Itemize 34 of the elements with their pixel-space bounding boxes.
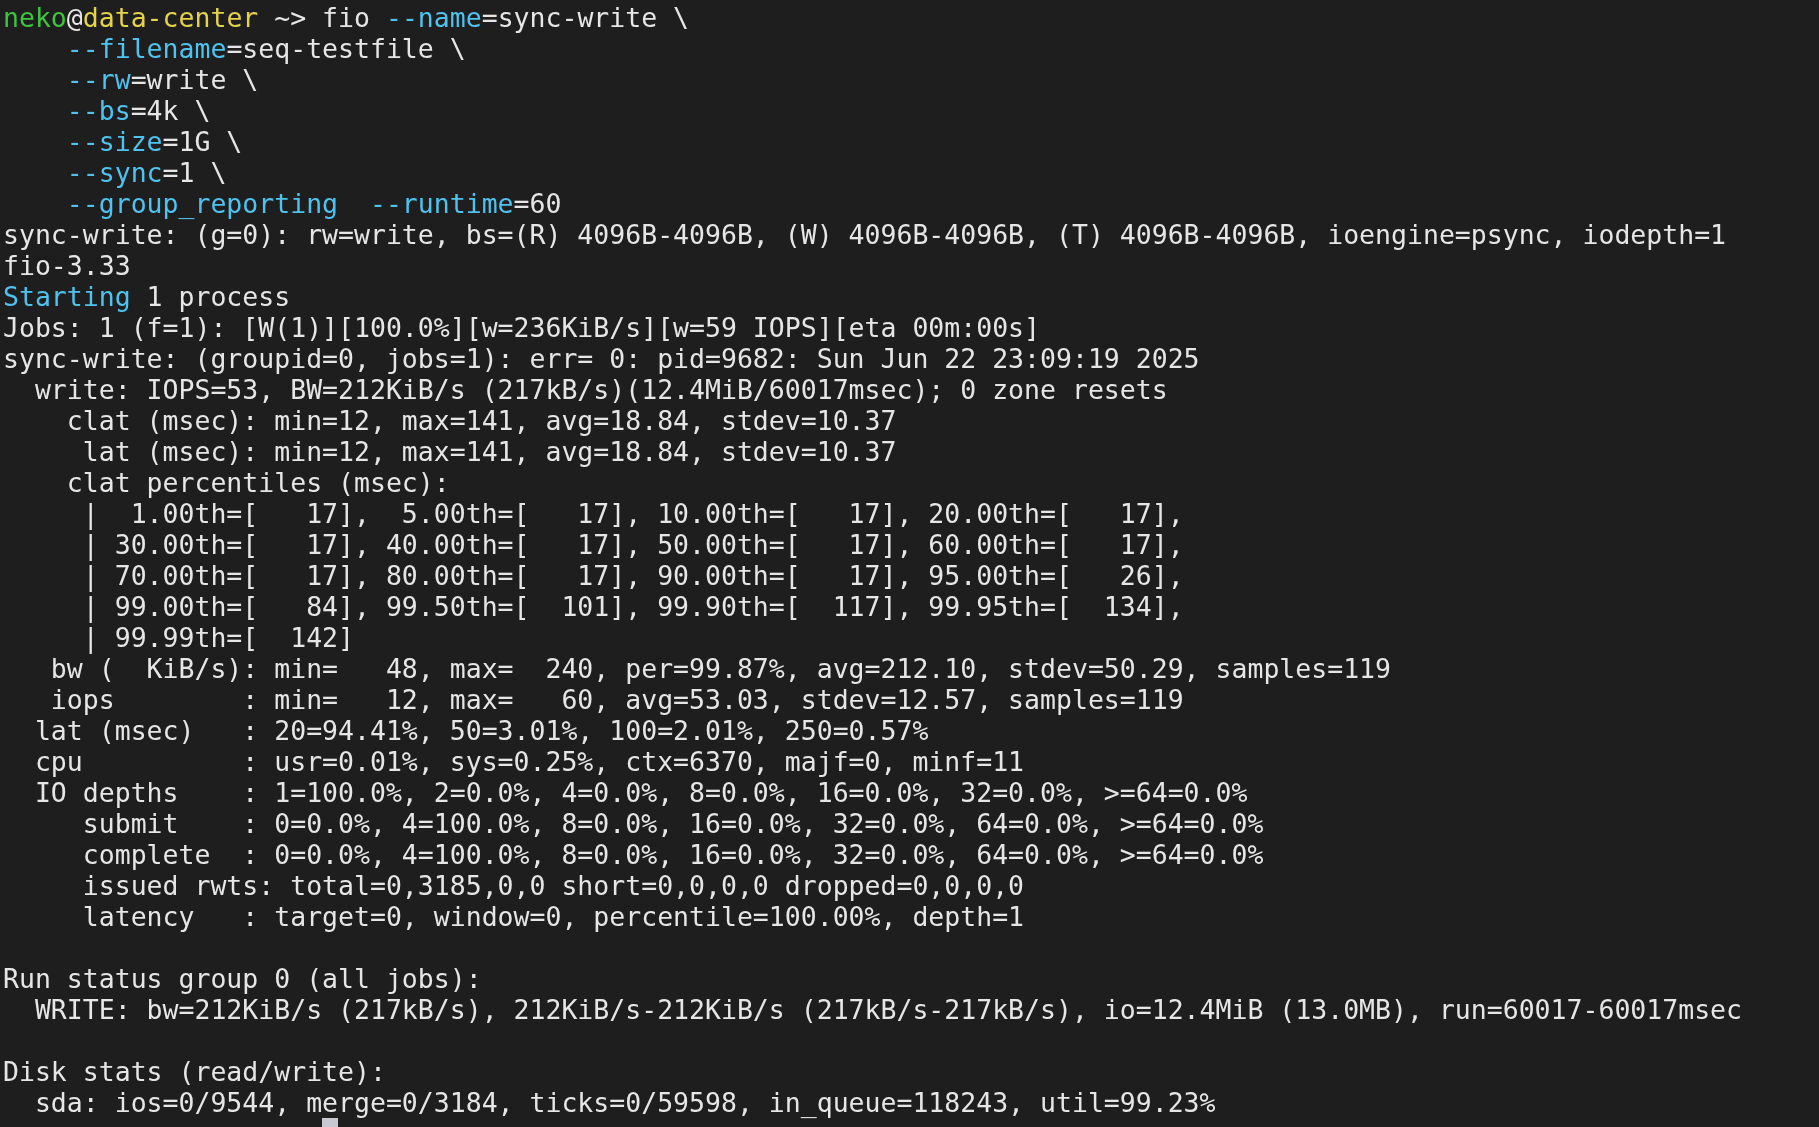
terminal-line: cpu : usr=0.01%, sys=0.25%, ctx=6370, majf=0, minf=11: [33, 746, 1025, 777]
terminal-line: --group_reporting --runtime=60: [65, 188, 562, 219]
terminal-line: --sync=1 \: [65, 157, 227, 188]
terminal-line: neko@data-center ~> fio --name=sync-write \: [3, 2, 690, 33]
terminal-line: submit : 0=0.0%, 4=100.0%, 8=0.0%, 16=0.0%, 32=0.0%, 64=0.0%, >=64=0.0%: [81, 808, 1264, 839]
terminal-line: --size=1G \: [65, 126, 243, 157]
terminal-line: sda: ios=0/9544, merge=0/3184, ticks=0/59598, in_queue=118243, util=99.23%: [33, 1087, 1216, 1118]
terminal-line: --filename=seq-testfile \: [65, 33, 466, 64]
terminal-line: fio-3.33: [3, 250, 131, 281]
terminal-line: bw ( KiB/s): min= 48, max= 240, per=99.87%, avg=212.10, stdev=50.29, samples=119: [49, 653, 1392, 684]
terminal-line: --bs=4k \: [65, 95, 211, 126]
terminal-line: IO depths : 1=100.0%, 2=0.0%, 4=0.0%, 8=0.0%, 16=0.0%, 32=0.0%, >=64=0.0%: [33, 777, 1248, 808]
terminal-line: WRITE: bw=212KiB/s (217kB/s), 212KiB/s-212KiB/s (217kB/s-217kB/s), io=12.4MiB (13.0MB), run=60017-60017msec: [33, 994, 1743, 1025]
terminal-line: | 1.00th=[ 17], 5.00th=[ 17], 10.00th=[ 17], 20.00th=[ 17],: [81, 498, 1184, 529]
terminal-line: clat percentiles (msec):: [65, 467, 450, 498]
terminal-line: lat (msec) : 20=94.41%, 50=3.01%, 100=2.01%, 250=0.57%: [33, 715, 929, 746]
terminal-line: lat (msec): min=12, max=141, avg=18.84, stdev=10.37: [81, 436, 897, 467]
terminal-line: complete : 0=0.0%, 4=100.0%, 8=0.0%, 16=0.0%, 32=0.0%, 64=0.0%, >=64=0.0%: [81, 839, 1264, 870]
terminal-line: issued rwts: total=0,3185,0,0 short=0,0,0,0 dropped=0,0,0,0: [81, 870, 1025, 901]
terminal-line: --rw=write \: [65, 64, 259, 95]
terminal-line: clat (msec): min=12, max=141, avg=18.84, stdev=10.37: [65, 405, 897, 436]
terminal-line: write: IOPS=53, BW=212KiB/s (217kB/s)(12.4MiB/60017msec); 0 zone resets: [33, 374, 1168, 405]
terminal-line: | 30.00th=[ 17], 40.00th=[ 17], 50.00th=[ 17], 60.00th=[ 17],: [81, 529, 1184, 560]
terminal-line: sync-write: (g=0): rw=write, bs=(R) 4096B-4096B, (W) 4096B-4096B, (T) 4096B-4096B, ioengine=psync, iodepth=1: [3, 219, 1727, 250]
terminal-line: iops : min= 12, max= 60, avg=53.03, stdev=12.57, samples=119: [49, 684, 1184, 715]
terminal-line: | 99.99th=[ 142]: [81, 622, 354, 653]
terminal-line: latency : target=0, window=0, percentile=100.00%, depth=1: [81, 901, 1025, 932]
terminal-line: sync-write: (groupid=0, jobs=1): err= 0: pid=9682: Sun Jun 22 23:09:19 2025: [3, 343, 1200, 374]
terminal-line: Jobs: 1 (f=1): [W(1)][100.0%][w=236KiB/s][w=59 IOPS][eta 00m:00s]: [3, 312, 1041, 343]
terminal-line: | 70.00th=[ 17], 80.00th=[ 17], 90.00th=[ 17], 95.00th=[ 26],: [81, 560, 1184, 591]
terminal-line: Disk stats (read/write):: [3, 1056, 386, 1087]
terminal-line: Run status group 0 (all jobs):: [3, 963, 482, 994]
terminal-line: Starting 1 process: [3, 281, 291, 312]
terminal-line: | 99.00th=[ 84], 99.50th=[ 101], 99.90th=[ 117], 99.95th=[ 134],: [81, 591, 1184, 622]
